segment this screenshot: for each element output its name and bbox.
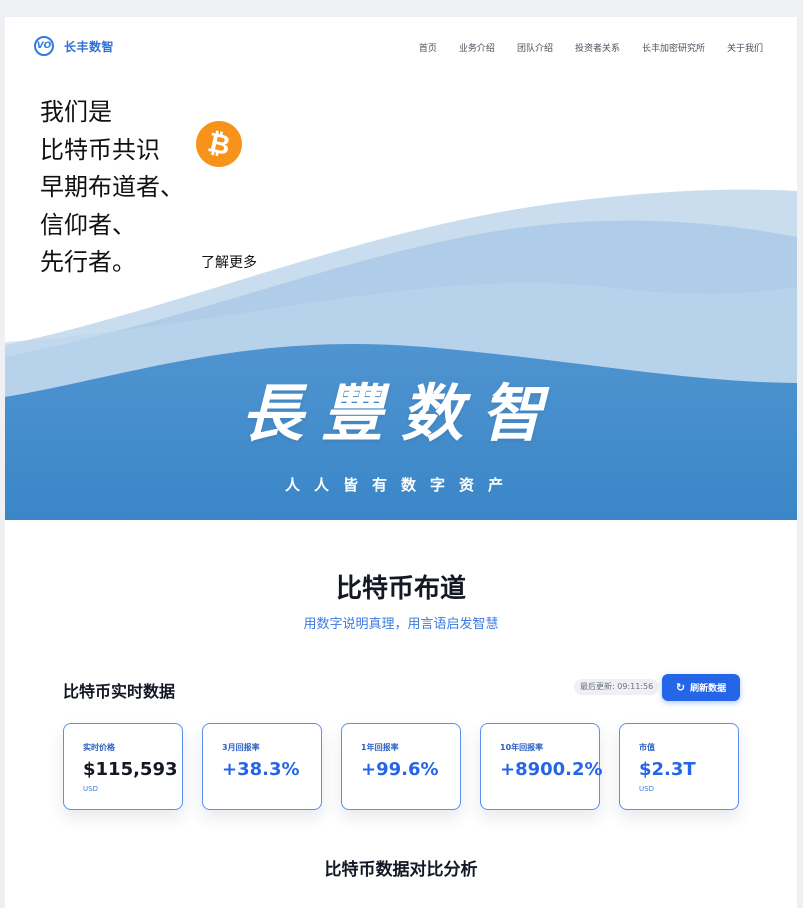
- page: VO 长丰数智 首页 业务介绍 团队介绍 投资者关系 长丰加密研究所 关于我们: [5, 17, 797, 908]
- card-label: 10年回报率: [500, 743, 544, 752]
- learn-more-link[interactable]: 了解更多: [201, 252, 257, 272]
- refresh-icon: ↻: [675, 681, 686, 694]
- hero-line: 信仰者、: [40, 210, 136, 239]
- hero-line: 先行者。: [40, 248, 136, 276]
- card-return-3m: 3月回报率 +38.3%: [202, 723, 322, 810]
- brand-logo[interactable]: VO 长丰数智: [34, 36, 114, 56]
- card-label: 实时价格: [83, 743, 115, 752]
- card-return-1y: 1年回报率 +99.6%: [341, 723, 461, 810]
- card-value: +99.6%: [361, 759, 439, 780]
- section-title: 比特币布道: [335, 574, 466, 604]
- nav-item-about[interactable]: 关于我们: [727, 41, 763, 54]
- card-value: $2.3T: [639, 759, 696, 780]
- nav-item-home[interactable]: 首页: [419, 41, 437, 54]
- card-price: 实时价格 $115,593 USD: [63, 723, 183, 810]
- card-value: +8900.2%: [500, 759, 603, 780]
- hero-slogan: 人人皆有数字资产: [284, 476, 517, 494]
- refresh-label: 刷新数据: [690, 684, 727, 694]
- nav-links: 首页 业务介绍 团队介绍 投资者关系 长丰加密研究所 关于我们: [419, 41, 763, 54]
- nav-item-investors[interactable]: 投资者关系: [575, 41, 620, 54]
- logo-icon: VO: [34, 36, 54, 56]
- card-label: 市值: [639, 743, 655, 752]
- brand-name: 长丰数智: [64, 39, 115, 54]
- card-unit: USD: [639, 785, 654, 793]
- brand-calligraphy: 長豐数智: [240, 377, 561, 450]
- last-update-badge: 最后更新: 09:11:56: [574, 679, 660, 695]
- section-subtitle: 用数字说明真理，用言语启发智慧: [303, 617, 499, 632]
- hero-headline: 我们是 比特币共识 早期布道者、 信仰者、 先行者。: [40, 94, 184, 282]
- realtime-title: 比特币实时数据: [63, 682, 176, 701]
- card-label: 1年回报率: [361, 743, 399, 752]
- card-return-10y: 10年回报率 +8900.2%: [480, 723, 603, 810]
- nav-item-business[interactable]: 业务介绍: [459, 41, 495, 54]
- hero-line: 我们是: [40, 98, 112, 126]
- nav-item-team[interactable]: 团队介绍: [517, 41, 553, 54]
- top-nav: VO 长丰数智 首页 业务介绍 团队介绍 投资者关系 长丰加密研究所 关于我们: [5, 17, 797, 77]
- nav-item-research[interactable]: 长丰加密研究所: [642, 41, 705, 54]
- hero-line: 比特币共识: [40, 135, 160, 164]
- refresh-data-button[interactable]: ↻ 刷新数据: [662, 674, 740, 701]
- hero-line: 早期布道者、: [40, 173, 184, 201]
- card-label: 3月回报率: [222, 743, 260, 752]
- card-value: $115,593: [83, 759, 178, 780]
- card-unit: USD: [83, 785, 98, 793]
- card-market-cap: 市值 $2.3T USD: [619, 723, 739, 810]
- comparison-title: 比特币数据对比分析: [324, 860, 478, 880]
- hero: 我们是 比特币共识 早期布道者、 信仰者、 先行者。 ₿ 了解更多 長豐数智 人…: [5, 77, 797, 520]
- card-value: +38.3%: [222, 759, 300, 780]
